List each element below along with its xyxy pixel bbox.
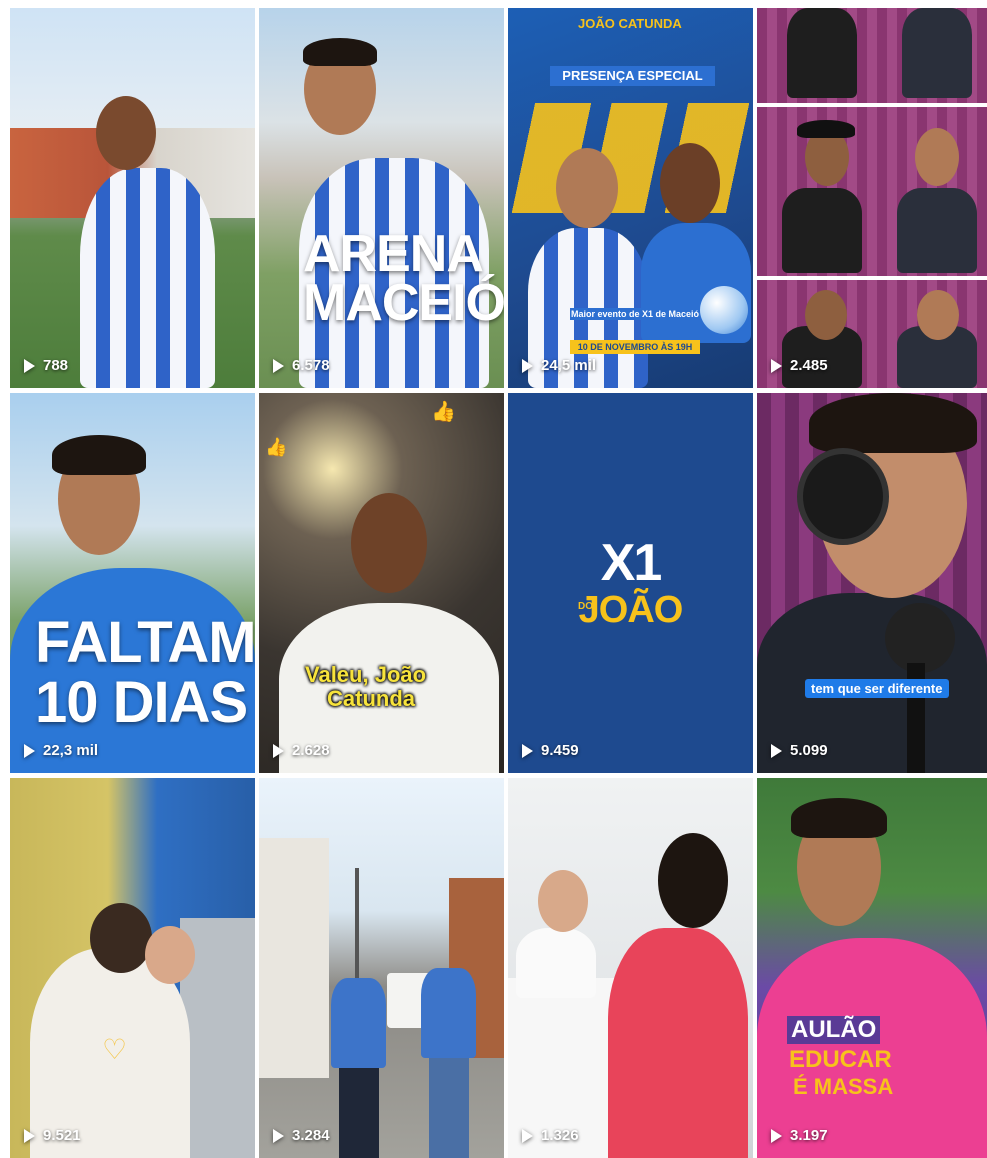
person-head [145,926,195,984]
play-icon [771,743,782,758]
reel-tile-12[interactable]: AULÃO EDUCAR É MASSA 3.197 [757,778,987,1158]
logo-main: X1 [600,534,663,592]
building-left [259,838,329,1078]
play-icon [24,358,35,373]
shirt-text-line-2: EDUCAR [789,1046,892,1073]
play-icon [273,743,284,758]
person-head [658,833,728,928]
reel-tile-4[interactable]: 2.485 [757,8,987,388]
views-count: 2.628 [273,742,330,759]
event-date: 10 DE NOVEMBRO ÀS 19H [570,340,700,354]
views-count: 3.284 [273,1127,330,1144]
overlay-line-1: FALTAM [35,610,255,675]
reel-tile-9[interactable]: ♡ 9.521 [10,778,255,1158]
person-head [96,96,156,170]
logo-name: JOÃO [578,589,684,631]
person-hair [809,393,977,453]
play-icon [771,358,782,373]
reel-tile-5[interactable]: FALTAM 10 DIAS 22,3 mil [10,393,255,773]
ball-icon [700,286,748,334]
headphones-icon [797,448,889,545]
play-icon [24,1128,35,1143]
views-count: 9.459 [522,742,579,759]
overlay-title: ARENA MACEIÓ [303,225,504,333]
pants [429,1058,469,1158]
person-head [351,493,427,593]
person-hair [303,38,377,66]
reels-grid: 788 ARENA MACEIÓ 6.578 JOÃO CATUNDA PRES… [10,8,987,1158]
reel-tile-6[interactable]: 👍 👍 Valeu, João Catunda 2.628 [259,393,504,773]
shirt-text-line-1: AULÃO [787,1016,881,1044]
views-count: 788 [24,357,68,374]
views-count: 24,5 mil [522,357,596,374]
reel-tile-3[interactable]: JOÃO CATUNDA PRESENÇA ESPECIAL Maior eve… [508,8,753,388]
thumbs-up-icon: 👍 [265,437,288,457]
divider [757,276,987,280]
blue-vest [331,978,386,1068]
pants [339,1068,379,1158]
views-count: 22,3 mil [24,742,98,759]
views-count: 5.099 [771,742,828,759]
play-icon [522,1128,533,1143]
person-shirt [782,188,862,273]
brand-logo: JOÃO CATUNDA [578,16,682,31]
person-head [660,143,720,223]
person-shirt [787,8,857,98]
striped-jersey [80,168,215,388]
play-icon [522,358,533,373]
blue-vest [421,968,476,1058]
event-label: Maior evento de X1 de Maceió [570,308,700,320]
person-head [556,148,618,228]
person-head [805,290,847,340]
person-head [538,870,588,932]
overlay-line-2: 10 DIAS [35,670,248,735]
play-icon [522,743,533,758]
person-shirt [897,188,977,273]
person-head [917,290,959,340]
person-head [915,128,959,186]
reel-tile-1[interactable]: 788 [10,8,255,388]
cap-icon [797,120,855,138]
thumbs-up-icon: 👍 [431,401,456,423]
reel-tile-11[interactable]: 1.326 [508,778,753,1158]
play-icon [24,743,35,758]
views-count: 6.578 [273,357,330,374]
person-hair [791,798,887,838]
caption-line-2: Catunda [327,686,415,711]
reel-tile-7[interactable]: X1 DO JOÃO 9.459 [508,393,753,773]
play-icon [273,1128,284,1143]
views-count: 2.485 [771,357,828,374]
reel-tile-2[interactable]: ARENA MACEIÓ 6.578 [259,8,504,388]
reel-tile-10[interactable]: 3.284 [259,778,504,1158]
header-banner: PRESENÇA ESPECIAL [550,66,715,86]
subtitle-caption: tem que ser diferente [805,679,949,698]
play-icon [273,358,284,373]
divider [757,103,987,107]
heart-icon: ♡ [102,1034,128,1065]
person-hair [52,435,146,475]
white-coat [516,928,596,998]
views-count: 3.197 [771,1127,828,1144]
views-count: 1.326 [522,1127,579,1144]
person-head [90,903,152,973]
reel-tile-8[interactable]: tem que ser diferente 5.099 [757,393,987,773]
play-icon [771,1128,782,1143]
views-count: 9.521 [24,1127,81,1144]
shirt-text-line-3: É MASSA [793,1074,894,1099]
person-shirt [902,8,972,98]
caption-line-1: Valeu, João [305,662,427,687]
red-shirt [608,928,748,1158]
